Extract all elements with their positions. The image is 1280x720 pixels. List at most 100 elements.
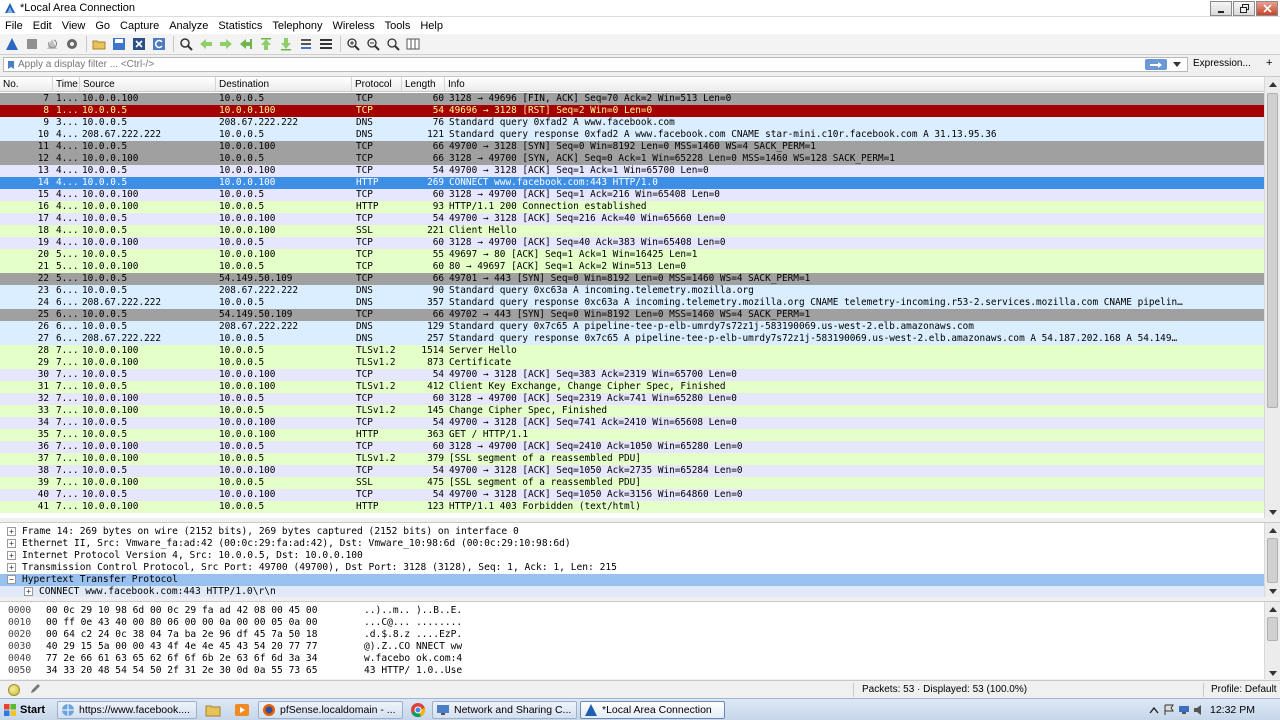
packet-row[interactable]: 8 1... 10.0.0.5 10.0.0.100 TCP 54 49696 → 3128… — [0, 105, 1264, 117]
stop-capture-button[interactable] — [23, 35, 41, 53]
bytes-hex[interactable]: 00 64 c2 24 0c 38 04 7a ba 2e 96 df 45 7… — [46, 629, 317, 641]
tree-expander-icon[interactable]: + — [24, 587, 33, 596]
tree-expander-icon[interactable]: + — [7, 551, 16, 560]
packet-row[interactable]: 38 7... 10.0.0.5 10.0.0.100 TCP 54 49700 → 312… — [0, 465, 1264, 477]
start-capture-button[interactable] — [3, 35, 21, 53]
scroll-up-arrow[interactable] — [1265, 602, 1280, 616]
menu-analyze[interactable]: Analyze — [164, 20, 213, 32]
scroll-down-arrow[interactable] — [1265, 505, 1280, 518]
packet-row[interactable]: 33 7... 10.0.0.100 10.0.0.5 TLSv1.2 145 Change… — [0, 405, 1264, 417]
bytes-ascii[interactable]: .d.$.8.z ....EzP. — [364, 629, 462, 641]
packet-row[interactable]: 18 4... 10.0.0.5 10.0.0.100 SSL 221 Client Hel… — [0, 225, 1264, 237]
packet-row[interactable]: 19 4... 10.0.0.100 10.0.0.5 TCP 60 3128 → 4970… — [0, 237, 1264, 249]
bytes-hex[interactable]: 77 2e 66 61 63 65 62 6f 6f 6b 2e 63 6f 6… — [46, 653, 317, 665]
menu-telephony[interactable]: Telephony — [267, 20, 327, 32]
bytes-offset[interactable]: 0040 — [8, 653, 31, 665]
tree-expander-icon[interactable]: − — [7, 575, 16, 584]
expert-info-icon[interactable] — [8, 684, 20, 696]
packet-row[interactable]: 39 7... 10.0.0.100 10.0.0.5 SSL 475 [SSL segme… — [0, 477, 1264, 489]
packet-row[interactable]: 37 7... 10.0.0.100 10.0.0.5 TLSv1.2 379 [SSL s… — [0, 453, 1264, 465]
bytes-ascii[interactable]: w.facebo ok.com:4 — [364, 653, 462, 665]
packet-row[interactable]: 28 7... 10.0.0.100 10.0.0.5 TLSv1.2 1514 Serve… — [0, 345, 1264, 357]
packet-row[interactable]: 14 4... 10.0.0.5 10.0.0.100 HTTP 269 CONNECT w… — [0, 177, 1264, 189]
tree-expander-icon[interactable]: + — [7, 563, 16, 572]
bytes-offset[interactable]: 0000 — [8, 605, 31, 617]
last-packet-button[interactable] — [277, 35, 295, 53]
go-back-button[interactable] — [197, 35, 215, 53]
reload-file-button[interactable] — [150, 35, 168, 53]
column-header-info[interactable]: Info — [445, 77, 1264, 92]
detail-tree-item[interactable]: + Frame 14: 269 bytes on wire (2152 bits)… — [0, 526, 1264, 538]
detail-tree-item[interactable]: + CONNECT www.facebook.com:443 HTTP/1.0\r… — [0, 586, 1264, 597]
packet-row[interactable]: 31 7... 10.0.0.5 10.0.0.100 TLSv1.2 412 Client… — [0, 381, 1264, 393]
chrome-icon[interactable] — [410, 702, 426, 718]
menu-edit[interactable]: Edit — [28, 20, 57, 32]
packet-row[interactable]: 13 4... 10.0.0.5 10.0.0.100 TCP 54 49700 → 312… — [0, 165, 1264, 177]
normal-size-button[interactable] — [384, 35, 402, 53]
close-button[interactable] — [1256, 1, 1278, 16]
network-tray-icon[interactable] — [1178, 704, 1190, 716]
go-to-packet-button[interactable] — [237, 35, 255, 53]
bytes-hex[interactable]: 34 33 20 48 54 54 50 2f 31 2e 30 0d 0a 5… — [46, 665, 317, 677]
bytes-scroll-thumb[interactable] — [1267, 617, 1278, 641]
packet-row[interactable]: 16 4... 10.0.0.100 10.0.0.5 HTTP 93 HTTP/1.1 2… — [0, 201, 1264, 213]
menu-view[interactable]: View — [57, 20, 91, 32]
scroll-up-arrow[interactable] — [1265, 523, 1280, 537]
bytes-ascii[interactable]: @).Z..CO NNECT ww — [364, 641, 462, 653]
tree-expander-icon[interactable]: + — [7, 539, 16, 548]
bytes-hex[interactable]: 00 ff 0e 43 40 00 80 06 00 00 0a 00 00 0… — [46, 617, 317, 629]
packet-row[interactable]: 36 7... 10.0.0.100 10.0.0.5 TCP 60 3128 → 4970… — [0, 441, 1264, 453]
bytes-ascii[interactable]: 43 HTTP/ 1.0..Use — [364, 665, 462, 677]
packet-row[interactable]: 10 4... 208.67.222.222 10.0.0.5 DNS 121 Standa… — [0, 129, 1264, 141]
taskbar-item-firefox[interactable]: pfSense.localdomain - ... — [258, 701, 403, 719]
packet-row[interactable]: 24 6... 208.67.222.222 10.0.0.5 DNS 357 Standa… — [0, 297, 1264, 309]
bytes-scrollbar[interactable] — [1264, 602, 1280, 679]
bytes-hex[interactable]: 00 0c 29 10 98 6d 00 0c 29 fa ad 42 08 0… — [46, 605, 317, 617]
zoom-in-button[interactable] — [344, 35, 362, 53]
scroll-down-arrow[interactable] — [1265, 666, 1280, 679]
taskbar-item-wireshark[interactable]: *Local Area Connection — [580, 701, 725, 719]
bytes-offset[interactable]: 0020 — [8, 629, 31, 641]
profile-status[interactable]: Profile: Default — [1211, 684, 1277, 695]
packet-row[interactable]: 30 7... 10.0.0.5 10.0.0.100 TCP 54 49700 → 312… — [0, 369, 1264, 381]
resize-columns-button[interactable] — [404, 35, 422, 53]
packet-row[interactable]: 7 1... 10.0.0.100 10.0.0.5 TCP 60 3128 → 49696… — [0, 93, 1264, 105]
taskbar-clock[interactable]: 12:32 PM — [1210, 704, 1255, 716]
packet-row[interactable]: 41 7... 10.0.0.100 10.0.0.5 HTTP 123 HTTP/1.1 … — [0, 501, 1264, 513]
packet-row[interactable]: 20 5... 10.0.0.5 10.0.0.100 TCP 55 49697 → 80 … — [0, 249, 1264, 261]
packet-list-scrollbar[interactable] — [1264, 77, 1280, 518]
detail-tree-item[interactable]: − Hypertext Transfer Protocol — [0, 574, 1264, 586]
menu-go[interactable]: Go — [90, 20, 115, 32]
packet-row[interactable]: 25 6... 10.0.0.5 54.149.50.109 TCP 66 49702 → … — [0, 309, 1264, 321]
find-packet-button[interactable] — [177, 35, 195, 53]
bytes-offset[interactable]: 0050 — [8, 665, 31, 677]
column-header-length[interactable]: Length — [402, 77, 445, 92]
close-file-button[interactable] — [130, 35, 148, 53]
bytes-offset[interactable]: 0010 — [8, 617, 31, 629]
flag-icon[interactable] — [1163, 704, 1175, 716]
display-filter-input[interactable] — [18, 58, 1138, 71]
packet-row[interactable]: 21 5... 10.0.0.100 10.0.0.5 TCP 60 80 → 49697 … — [0, 261, 1264, 273]
add-filter-button[interactable]: + — [1266, 57, 1272, 69]
scroll-down-arrow[interactable] — [1265, 584, 1280, 597]
minimize-button[interactable] — [1210, 1, 1232, 16]
start-button[interactable]: Start — [0, 700, 48, 720]
packet-row[interactable]: 34 7... 10.0.0.5 10.0.0.100 TCP 54 49700 → 312… — [0, 417, 1264, 429]
packet-row[interactable]: 15 4... 10.0.0.100 10.0.0.5 TCP 60 3128 → 4970… — [0, 189, 1264, 201]
open-file-button[interactable] — [90, 35, 108, 53]
restart-capture-button[interactable] — [43, 35, 61, 53]
packet-list-scroll-thumb[interactable] — [1267, 93, 1278, 408]
colorize-button[interactable] — [317, 35, 335, 53]
media-player-icon[interactable] — [234, 702, 250, 718]
tray-expand-icon[interactable] — [1149, 705, 1159, 715]
packet-row[interactable]: 9 3... 10.0.0.5 208.67.222.222 DNS 76 Standard… — [0, 117, 1264, 129]
folder-icon[interactable] — [205, 702, 221, 718]
taskbar-item-network-sharing[interactable]: Network and Sharing C... — [432, 701, 577, 719]
tree-expander-icon[interactable]: + — [7, 527, 16, 536]
packet-row[interactable]: 12 4... 10.0.0.100 10.0.0.5 TCP 66 3128 → 4970… — [0, 153, 1264, 165]
menu-statistics[interactable]: Statistics — [213, 20, 267, 32]
menu-tools[interactable]: Tools — [380, 20, 416, 32]
scroll-up-arrow[interactable] — [1265, 77, 1280, 91]
menu-capture[interactable]: Capture — [115, 20, 164, 32]
packet-row[interactable]: 32 7... 10.0.0.100 10.0.0.5 TCP 60 3128 → 4970… — [0, 393, 1264, 405]
